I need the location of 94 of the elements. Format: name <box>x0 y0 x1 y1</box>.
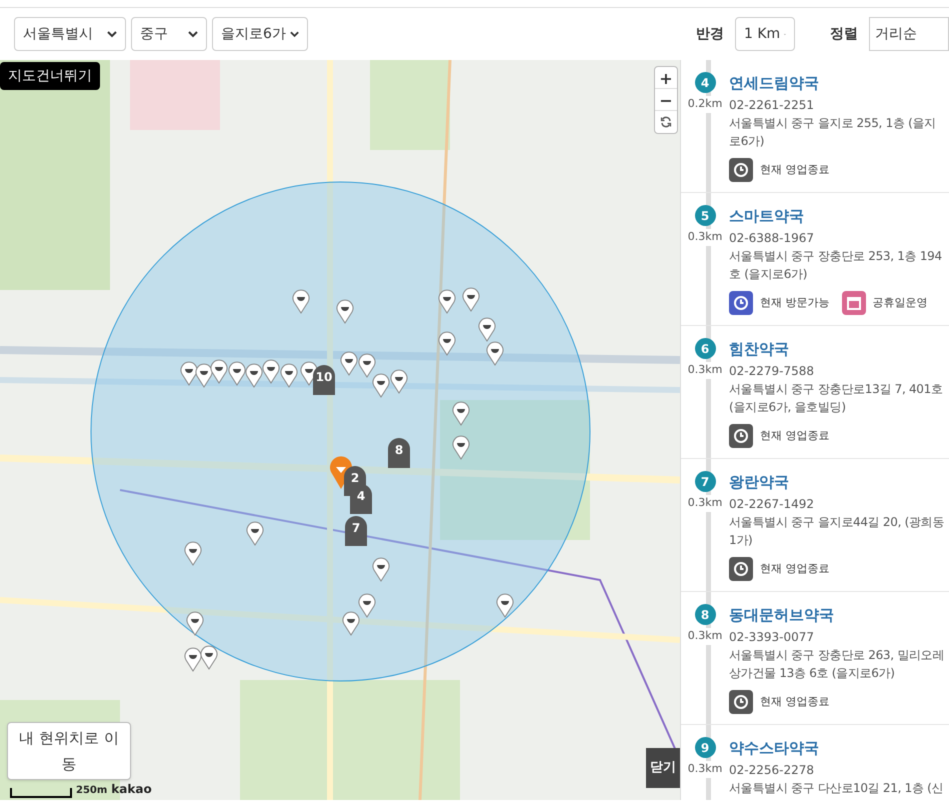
pharmacy-pin-icon[interactable] <box>184 646 202 672</box>
address-text: 서울특별시 중구 장충단로 263, 밀리오레 상가건물 13층 6호 (을지로6가) <box>729 647 946 682</box>
rank-number: 7 <box>694 471 716 492</box>
address-text: 서울특별시 중구 장충단로 253, 1층 194호 (을지로6가) <box>729 248 943 283</box>
pharmacy-pin-icon[interactable] <box>438 288 456 314</box>
distance-label: 0.2km <box>688 96 722 112</box>
pharmacy-pin-icon[interactable] <box>342 610 360 636</box>
address-text: 서울특별시 중구 장충단로13길 7, 401호 (을지로6가, 을호빌딩) <box>729 381 944 416</box>
phone-number: 02-2261-2251 <box>729 97 816 114</box>
pharmacy-pin-icon[interactable] <box>358 592 376 618</box>
close-button[interactable]: 닫기 <box>646 748 680 788</box>
map-logo: kakao <box>111 781 152 798</box>
address-text: 서울특별시 중구 을지로44길 20, (광희동1가) <box>729 514 946 549</box>
district-select[interactable]: 중구 <box>131 17 207 51</box>
my-location-button[interactable]: 내 현위치로 이동 <box>7 722 131 780</box>
chevron-down-icon <box>290 30 299 38</box>
phone-number: 02-2279-7588 <box>729 363 816 380</box>
distance-label: 0.3km <box>688 761 722 778</box>
calendar-icon <box>842 291 866 315</box>
pharmacy-name[interactable]: 연세드림약국 <box>729 72 947 94</box>
rank-number: 6 <box>694 338 716 359</box>
pharmacy-pin-icon[interactable] <box>340 350 358 376</box>
dong-select[interactable]: 을지로6가 <box>212 17 308 51</box>
pharmacy-name[interactable]: 스마트약국 <box>729 205 947 227</box>
pharmacy-pin-icon[interactable] <box>280 362 298 388</box>
distance-label: 0.3km <box>688 628 722 644</box>
pharmacy-pin-icon[interactable] <box>184 540 202 566</box>
pharmacy-pin-icon[interactable] <box>180 360 198 386</box>
radius-select[interactable]: 1 Km <box>735 17 795 51</box>
clock-icon <box>729 690 753 714</box>
pharmacy-pin-icon[interactable] <box>262 358 280 384</box>
status-label: 현재 방문가능 <box>760 294 830 311</box>
pharmacy-pin-icon[interactable] <box>390 368 408 394</box>
zoom-out-button[interactable]: − <box>655 89 677 111</box>
pharmacy-pin-icon[interactable] <box>462 286 480 312</box>
sort-field[interactable]: 거리순 <box>869 17 949 51</box>
numbered-map-pin[interactable]: 8 <box>388 438 410 468</box>
phone-number: 02-2256-2278 <box>729 762 816 779</box>
chevron-down-icon <box>107 30 117 38</box>
address-text: 서울특별시 중구 을지로 255, 1층 (을지로6가) <box>729 115 937 150</box>
scale-bar-icon <box>10 788 72 798</box>
clock-icon <box>729 291 753 315</box>
rank-number: 9 <box>694 737 716 758</box>
pharmacy-pin-icon[interactable] <box>478 316 496 342</box>
zoom-in-button[interactable]: + <box>655 67 677 89</box>
pharmacy-pin-icon[interactable] <box>195 362 213 388</box>
pharmacy-pin-icon[interactable] <box>336 298 354 324</box>
pharmacy-pin-icon[interactable] <box>292 288 310 314</box>
sort-label: 정렬 <box>830 24 858 44</box>
pharmacy-name[interactable]: 약수스타약국 <box>729 737 947 759</box>
pharmacy-name[interactable]: 동대문허브약국 <box>729 604 947 626</box>
distance-label: 0.3km <box>688 362 722 378</box>
pharmacy-pin-icon[interactable] <box>228 360 246 386</box>
pharmacy-pin-icon[interactable] <box>245 362 263 388</box>
numbered-map-pin[interactable]: 10 <box>313 365 335 395</box>
phone-number: 02-3393-0077 <box>729 629 816 646</box>
refresh-icon <box>660 116 672 128</box>
pharmacy-pin-icon[interactable] <box>372 372 390 398</box>
rank-number: 4 <box>694 72 716 93</box>
rank-number: 8 <box>694 604 716 625</box>
address-text: 서울특별시 중구 다산로10길 21, 1층 (신 <box>729 780 944 797</box>
pharmacy-pin-icon[interactable] <box>246 520 264 546</box>
status-label: 현재 영업종료 <box>760 162 830 178</box>
pharmacy-pin-icon[interactable] <box>438 330 456 356</box>
status-label: 현재 영업종료 <box>760 560 830 577</box>
pharmacy-pin-icon[interactable] <box>452 400 470 426</box>
status-label: 현재 영업종료 <box>760 694 830 710</box>
pharmacy-name[interactable]: 왕란약국 <box>729 471 947 493</box>
pharmacy-pin-icon[interactable] <box>496 592 514 618</box>
phone-number: 02-2267-1492 <box>729 496 816 513</box>
distance-label: 0.3km <box>688 229 722 246</box>
radius-label: 반경 <box>696 24 724 44</box>
pharmacy-pin-icon[interactable] <box>186 610 204 636</box>
phone-number: 02-6388-1967 <box>729 230 816 247</box>
clock-icon <box>729 557 753 581</box>
clock-icon <box>729 158 753 182</box>
pharmacy-pin-icon[interactable] <box>200 644 218 670</box>
pharmacy-name[interactable]: 힘찬약국 <box>729 338 947 360</box>
numbered-map-pin[interactable]: 7 <box>345 516 367 546</box>
rank-number: 5 <box>694 205 716 226</box>
pharmacy-pin-icon[interactable] <box>372 556 390 582</box>
pharmacy-pin-icon[interactable] <box>486 340 504 366</box>
pharmacy-pin-icon[interactable] <box>452 434 470 460</box>
distance-label: 0.3km <box>688 495 722 512</box>
clock-icon <box>729 424 753 448</box>
numbered-map-pin[interactable]: 4 <box>350 484 372 514</box>
chevron-down-icon <box>188 30 198 38</box>
skip-map-button[interactable]: 지도건너뛰기 <box>0 62 100 90</box>
city-select[interactable]: 서울특별시 <box>14 17 126 51</box>
scale-label: 250m <box>76 784 108 798</box>
status-label: 현재 영업종료 <box>760 428 830 444</box>
pharmacy-pin-icon[interactable] <box>210 358 228 384</box>
status-label: 공휴일운영 <box>872 294 928 311</box>
pharmacy-pin-icon[interactable] <box>358 352 376 378</box>
